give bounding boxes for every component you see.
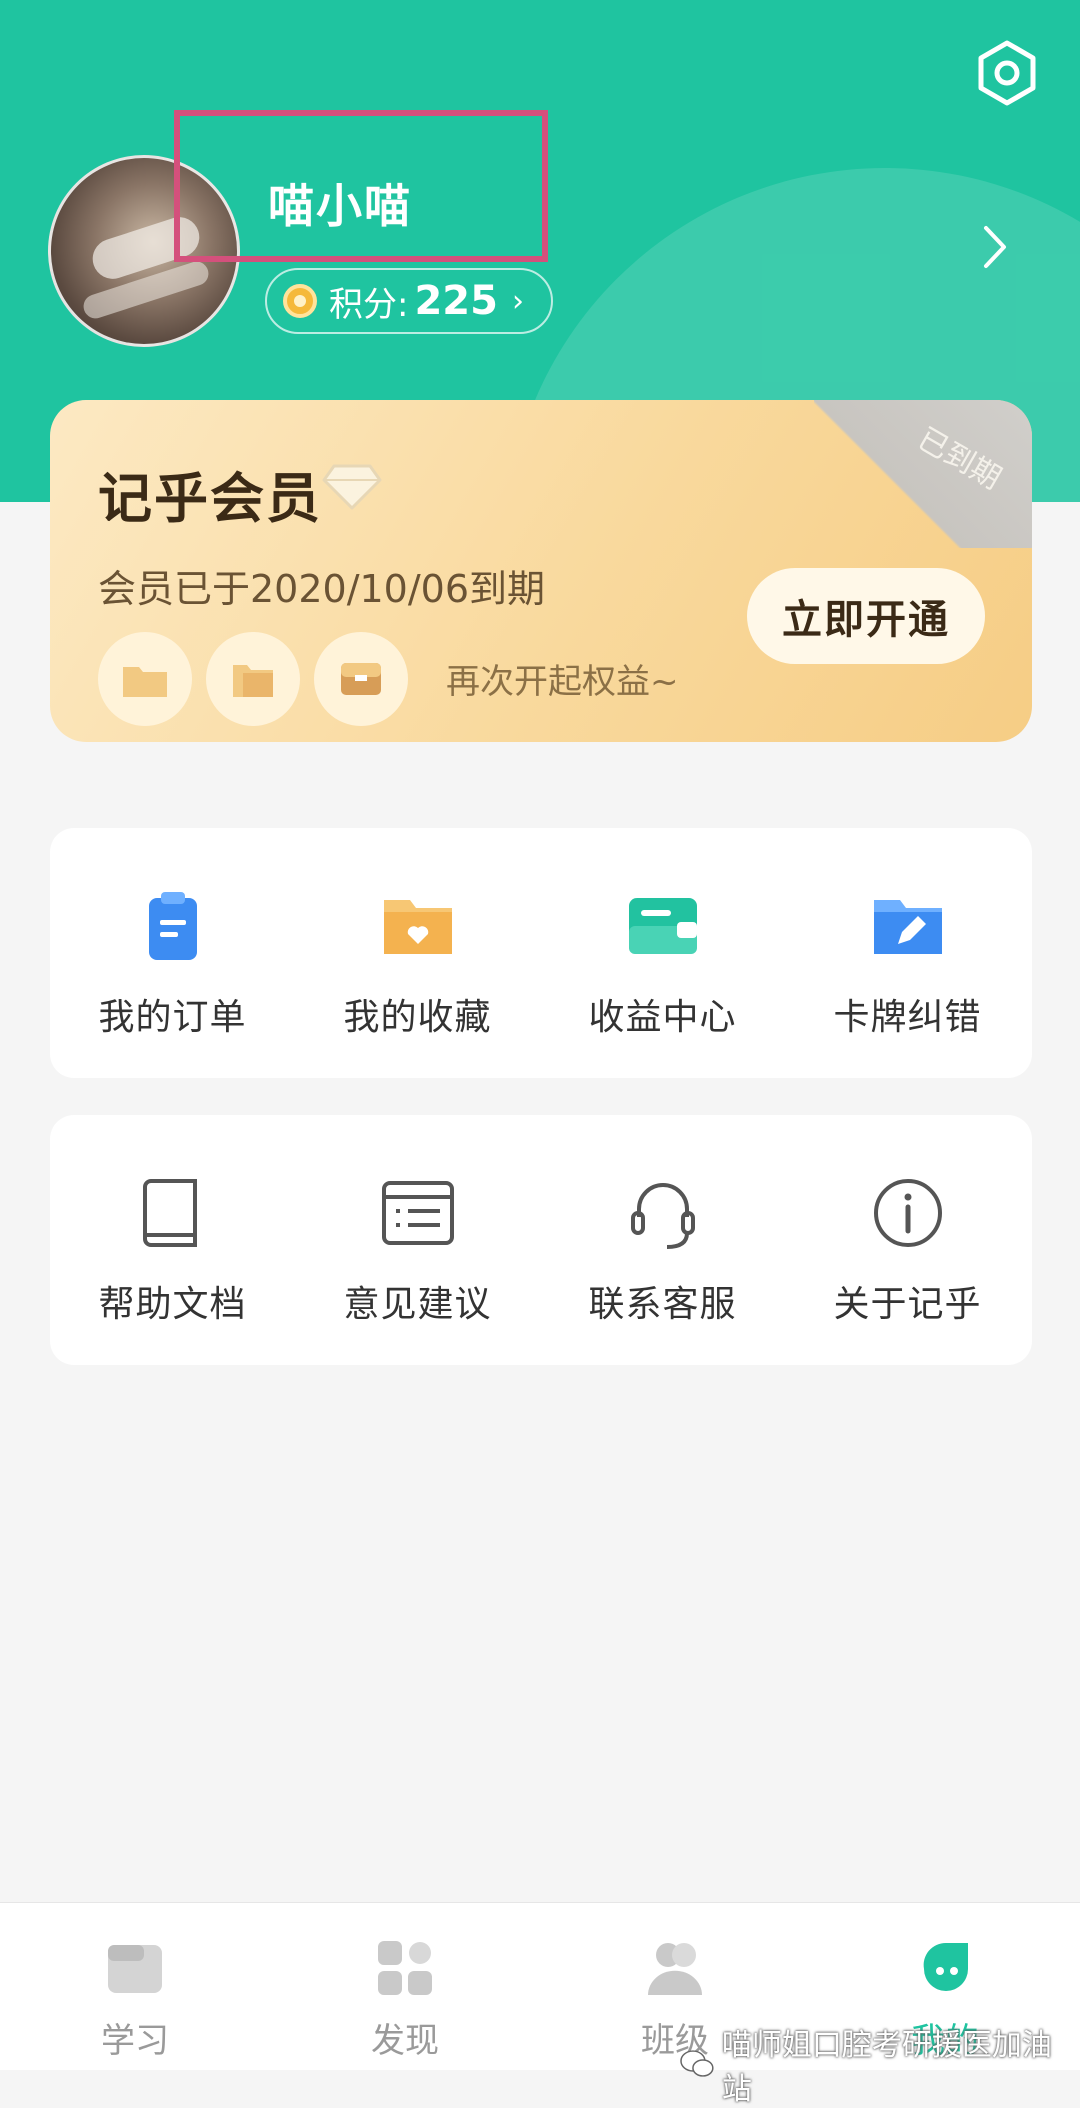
feedback-list-icon xyxy=(381,1181,454,1245)
wechat-icon xyxy=(680,2050,714,2077)
nav-label: 学习 xyxy=(101,2021,169,2061)
my-orders-button[interactable]: 我的订单 xyxy=(50,828,295,1078)
card-correction-button[interactable]: 卡牌纠错 xyxy=(785,828,1030,1078)
points-label: 积分: xyxy=(329,284,409,325)
menu-label: 帮助文档 xyxy=(98,1284,247,1325)
coin-icon xyxy=(283,284,317,318)
info-icon xyxy=(873,1179,942,1247)
points-badge[interactable]: 积分: 225 › xyxy=(265,268,553,334)
study-icon xyxy=(108,1945,162,1993)
watermark-text: 喵师姐口腔考研援医加油站 xyxy=(721,2028,1052,2107)
favorite-folder-icon xyxy=(383,900,452,954)
class-icon xyxy=(648,1943,702,1995)
menu-label: 联系客服 xyxy=(588,1284,737,1325)
open-membership-button[interactable]: 立即开通 xyxy=(747,568,985,664)
points-value: 225 xyxy=(414,278,498,324)
feedback-button[interactable]: 意见建议 xyxy=(295,1115,540,1365)
service-menu-panel: 帮助文档 意见建议 联系客服 关于记乎 xyxy=(50,1115,1032,1365)
earnings-center-button[interactable]: 收益中心 xyxy=(540,828,785,1078)
edit-folder-icon xyxy=(873,900,942,954)
menu-label: 收益中心 xyxy=(588,997,737,1038)
renew-text: 再次开起权益~ xyxy=(446,662,679,702)
perk-folder-icon xyxy=(98,632,192,726)
nav-discover[interactable]: 发现 xyxy=(270,1903,540,2070)
menu-label: 我的订单 xyxy=(98,997,247,1038)
discover-icon xyxy=(378,1941,432,1995)
order-clipboard-icon xyxy=(148,892,197,960)
help-docs-button[interactable]: 帮助文档 xyxy=(50,1115,295,1365)
quick-menu-panel: 我的订单 我的收藏 收益中心 卡牌纠错 xyxy=(50,828,1032,1078)
profile-arrow-icon[interactable] xyxy=(980,222,1010,272)
menu-label: 关于记乎 xyxy=(833,1284,982,1325)
menu-label: 卡牌纠错 xyxy=(833,997,982,1038)
menu-label: 我的收藏 xyxy=(343,997,492,1038)
membership-card[interactable]: 已到期 记乎会员 会员已于2020/10/06到期 立即开通 再次开起权益~ xyxy=(50,400,1032,742)
membership-title: 记乎会员 xyxy=(98,467,322,530)
nav-study[interactable]: 学习 xyxy=(0,1903,270,2070)
diamond-icon xyxy=(322,464,382,510)
about-button[interactable]: 关于记乎 xyxy=(785,1115,1030,1365)
settings-icon[interactable] xyxy=(972,38,1042,108)
menu-label: 意见建议 xyxy=(343,1284,492,1325)
headset-icon xyxy=(630,1183,695,1249)
mine-icon xyxy=(923,1942,968,1991)
book-icon xyxy=(142,1179,197,1247)
wallet-icon xyxy=(628,898,697,954)
perk-folder-icon xyxy=(206,632,300,726)
nav-label: 发现 xyxy=(371,2021,439,2061)
watermark: 喵师姐口腔考研援医加油站 xyxy=(680,2020,1080,2108)
my-favorites-button[interactable]: 我的收藏 xyxy=(295,828,540,1078)
chevron-right-icon: › xyxy=(511,283,524,319)
contact-support-button[interactable]: 联系客服 xyxy=(540,1115,785,1365)
annotation-highlight-box xyxy=(174,110,548,262)
membership-expire-text: 会员已于2020/10/06到期 xyxy=(98,567,546,611)
perk-box-icon xyxy=(314,632,408,726)
